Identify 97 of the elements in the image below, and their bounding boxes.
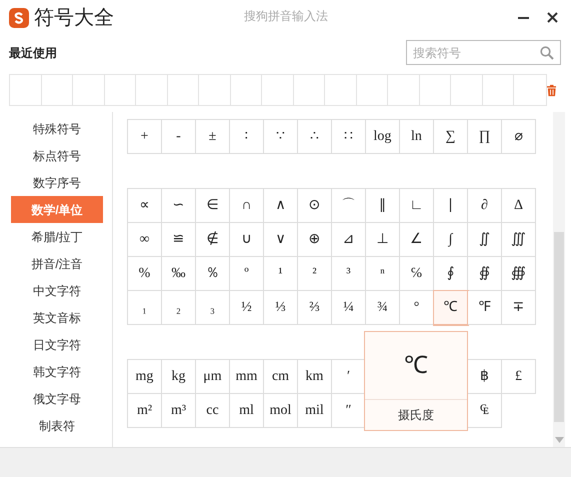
symbol-cell[interactable]: ∂ (468, 189, 502, 223)
symbol-cell[interactable]: ln (400, 120, 434, 154)
symbol-cell[interactable]: + (128, 120, 162, 154)
symbol-cell[interactable]: ∶ (230, 120, 264, 154)
app-name: 搜狗拼音输入法 (244, 8, 328, 25)
symbol-cell[interactable]: ∥ (366, 189, 400, 223)
symbol-cell[interactable]: ⅔ (298, 291, 332, 325)
logo-icon (9, 8, 29, 28)
symbol-cell[interactable]: ⌀ (502, 120, 536, 154)
symbol-cell[interactable]: ∟ (400, 189, 434, 223)
symbol-cell[interactable]: ⊥ (366, 223, 400, 257)
symbol-cell[interactable]: cm (264, 360, 298, 394)
category-item[interactable]: 日文字符 (11, 331, 103, 358)
symbol-cell[interactable]: ∪ (230, 223, 264, 257)
symbol-cell[interactable]: ∯ (468, 257, 502, 291)
category-item[interactable]: 中文字符 (11, 277, 103, 304)
symbol-cell[interactable]: ₁ (128, 291, 162, 325)
symbol-cell[interactable]: ∉ (196, 223, 230, 257)
category-item[interactable]: 制表符 (11, 412, 103, 439)
symbol-cell[interactable]: ∑ (434, 120, 468, 154)
symbol-cell[interactable]: ∞ (128, 223, 162, 257)
symbol-cell[interactable]: ∨ (264, 223, 298, 257)
symbol-cell[interactable]: ∠ (400, 223, 434, 257)
symbol-cell[interactable]: ∏ (468, 120, 502, 154)
trash-icon[interactable] (546, 84, 556, 96)
symbol-cell[interactable]: ½ (230, 291, 264, 325)
window-title: 符号大全 (34, 6, 114, 30)
symbol-cell[interactable]: ⊿ (332, 223, 366, 257)
symbol-cell[interactable]: ∴ (298, 120, 332, 154)
symbol-cell[interactable]: ％ (196, 257, 230, 291)
section-label: 最近使用 (9, 44, 57, 62)
category-item[interactable]: 韩文字符 (11, 358, 103, 385)
symbol-cell[interactable]: ∈ (196, 189, 230, 223)
symbol-cell[interactable]: ¾ (366, 291, 400, 325)
symbol-cell[interactable]: º (230, 257, 264, 291)
category-item[interactable]: 希腊/拉丁 (11, 223, 103, 250)
symbol-cell[interactable]: ∰ (502, 257, 536, 291)
symbol-cell[interactable]: ≌ (162, 223, 196, 257)
search-icon[interactable] (540, 46, 554, 60)
symbol-cell[interactable]: ∵ (264, 120, 298, 154)
preview-name: 摄氏度 (397, 407, 435, 424)
symbol-cell[interactable]: ∧ (264, 189, 298, 223)
symbol-cell[interactable]: % (128, 257, 162, 291)
symbol-cell[interactable]: ∭ (502, 223, 536, 257)
symbol-cell[interactable]: £ (502, 360, 536, 394)
symbol-cell[interactable]: m² (128, 394, 162, 428)
symbol-cell[interactable]: ∽ (162, 189, 196, 223)
symbol-cell[interactable]: ³ (332, 257, 366, 291)
symbol-cell[interactable]: ⅓ (264, 291, 298, 325)
symbol-cell[interactable]: ± (196, 120, 230, 154)
symbol-cell[interactable]: m³ (162, 394, 196, 428)
symbol-cell[interactable]: ∓ (502, 291, 536, 325)
symbol-cell[interactable]: km (298, 360, 332, 394)
symbol-cell[interactable]: ∆ (502, 189, 536, 223)
category-item[interactable]: 数字序号 (11, 169, 103, 196)
symbol-cell[interactable]: mg (128, 360, 162, 394)
symbol-cell[interactable]: ∣ (434, 189, 468, 223)
symbol-cell[interactable]: ₃ (196, 291, 230, 325)
symbol-cell[interactable]: kg (162, 360, 196, 394)
category-item[interactable]: 拼音/注音 (11, 250, 103, 277)
symbol-cell[interactable]: ‰ (162, 257, 196, 291)
symbol-cell[interactable]: log (366, 120, 400, 154)
symbol-cell[interactable]: ¼ (332, 291, 366, 325)
symbol-cell[interactable]: ml (230, 394, 264, 428)
symbol-cell[interactable]: ⌒ (332, 189, 366, 223)
symbol-cell[interactable]: ∷ (332, 120, 366, 154)
category-item[interactable]: 英文音标 (11, 304, 103, 331)
symbol-cell[interactable]: cc (196, 394, 230, 428)
symbol-cell[interactable]: ⁿ (366, 257, 400, 291)
symbol-cell[interactable]: mol (264, 394, 298, 428)
search-field[interactable]: 搜索符号 (406, 40, 561, 65)
symbol-cell[interactable]: ฿ (468, 360, 502, 394)
symbol-cell[interactable]: ∫ (434, 223, 468, 257)
symbol-cell[interactable]: mil (298, 394, 332, 428)
symbol-cell[interactable]: ¹ (264, 257, 298, 291)
category-item[interactable]: 特殊符号 (11, 115, 103, 142)
symbol-cell[interactable]: ° (400, 291, 434, 325)
category-item[interactable]: 标点符号 (11, 142, 103, 169)
symbol-cell[interactable]: ₠ (468, 394, 502, 428)
symbol-cell[interactable]: ² (298, 257, 332, 291)
search-input[interactable]: 搜索符号 (413, 44, 540, 62)
close-icon[interactable] (547, 12, 558, 23)
symbol-cell[interactable]: ℉ (468, 291, 502, 325)
symbol-cell[interactable]: ⊕ (298, 223, 332, 257)
symbol-cell[interactable]: ∮ (434, 257, 468, 291)
symbol-cell[interactable]: ∩ (230, 189, 264, 223)
category-item[interactable]: 俄文字母 (11, 385, 103, 412)
symbol-cell[interactable]: ⊙ (298, 189, 332, 223)
symbol-cell[interactable]: ℃ (434, 291, 468, 325)
symbol-cell[interactable]: - (162, 120, 196, 154)
symbol-cell[interactable]: ₂ (162, 291, 196, 325)
symbol-cell[interactable]: ∝ (128, 189, 162, 223)
symbol-cell[interactable]: ℅ (400, 257, 434, 291)
scrollbar[interactable] (553, 112, 565, 447)
symbol-cell[interactable]: ∬ (468, 223, 502, 257)
symbol-cell[interactable]: μm (196, 360, 230, 394)
symbol-cell[interactable]: mm (230, 360, 264, 394)
